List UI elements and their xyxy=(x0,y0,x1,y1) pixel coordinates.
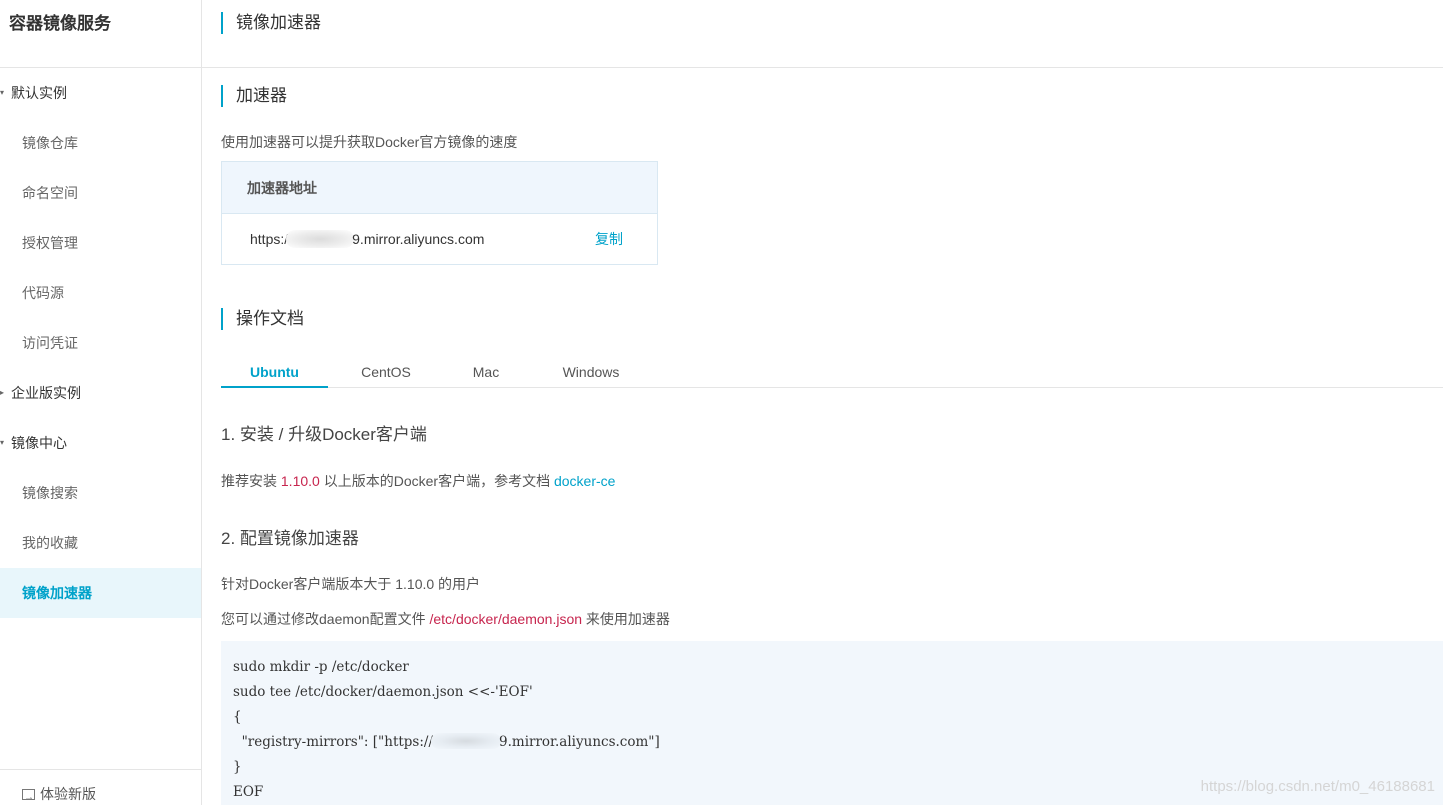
nav-group-label: 默认实例 xyxy=(11,85,67,101)
sidebar-item-code-source[interactable]: 代码源 xyxy=(0,268,201,318)
step2-heading: 2. 配置镜像加速器 xyxy=(221,529,359,548)
watermark: https://blog.csdn.net/m0_46188681 xyxy=(1200,778,1435,795)
code-line: sudo mkdir -p /etc/docker xyxy=(233,659,409,675)
tab-mac[interactable]: Mac xyxy=(461,358,511,388)
try-new-version-label: 体验新版 xyxy=(40,786,96,802)
caret-right-icon: ▸ xyxy=(0,388,5,397)
sidebar-item-image-search[interactable]: 镜像搜索 xyxy=(0,468,201,518)
accelerator-description: 使用加速器可以提升获取Docker官方镜像的速度 xyxy=(221,134,518,150)
step2-line1: 针对Docker客户端版本大于 1.10.0 的用户 xyxy=(221,576,481,592)
tab-ubuntu[interactable]: Ubuntu xyxy=(221,358,328,388)
page-header: 镜像加速器 xyxy=(202,0,1443,68)
nav-group-enterprise[interactable]: ▸ 企业版实例 xyxy=(0,368,201,418)
step1-text-after: 以上版本的Docker客户端，参考文档 xyxy=(323,473,551,489)
step2-line2-before: 您可以通过修改daemon配置文件 xyxy=(221,611,426,627)
code-line-suffix: 9.mirror.aliyuncs.com"] xyxy=(499,734,660,750)
nav-group-label: 企业版实例 xyxy=(11,385,81,401)
sidebar-item-accelerator[interactable]: 镜像加速器 xyxy=(0,568,201,618)
sidebar-item-favorites[interactable]: 我的收藏 xyxy=(0,518,201,568)
accelerator-section-title: 加速器 xyxy=(221,85,287,107)
docker-ce-link[interactable]: docker-ce xyxy=(554,473,615,489)
step2-line2-after: 来使用加速器 xyxy=(585,611,670,627)
sidebar-item-namespace[interactable]: 命名空间 xyxy=(0,168,201,218)
sidebar-item-auth[interactable]: 授权管理 xyxy=(0,218,201,268)
sidebar-item-image-repo[interactable]: 镜像仓库 xyxy=(0,118,201,168)
code-line: } xyxy=(233,759,242,775)
nav-group-default-instance[interactable]: ▾ 默认实例 xyxy=(0,68,201,118)
caret-down-icon: ▾ xyxy=(0,438,5,447)
tab-windows[interactable]: Windows xyxy=(551,358,631,388)
accelerator-address-box: 加速器地址 https:/ 9.mirror.aliyuncs.com 复制 xyxy=(221,161,658,265)
os-tabs: Ubuntu CentOS Mac Windows xyxy=(221,358,1443,388)
tab-centos[interactable]: CentOS xyxy=(350,358,422,388)
daemon-json-path: /etc/docker/daemon.json xyxy=(429,611,583,627)
step1-heading: 1. 安装 / 升级Docker客户端 xyxy=(221,425,427,444)
external-switch-icon xyxy=(22,774,35,805)
redacted-blur xyxy=(431,733,502,749)
code-line: { xyxy=(233,709,242,725)
sidebar-nav: ▾ 默认实例 镜像仓库 命名空间 授权管理 代码源 访问凭证 ▸ 企业版实例 ▾… xyxy=(0,68,201,618)
copy-button[interactable]: 复制 xyxy=(595,214,623,264)
step1-version: 1.10.0 xyxy=(280,473,320,489)
sidebar-title: 容器镜像服务 xyxy=(0,0,201,68)
caret-down-icon: ▾ xyxy=(0,88,5,97)
page-title: 镜像加速器 xyxy=(221,12,321,34)
code-line: sudo tee /etc/docker/daemon.json <<-'EOF… xyxy=(233,684,533,700)
redacted-blur xyxy=(286,230,355,248)
main-content: 镜像加速器 加速器 使用加速器可以提升获取Docker官方镜像的速度 加速器地址… xyxy=(202,0,1443,805)
nav-group-label: 镜像中心 xyxy=(11,435,67,451)
code-line-prefix: "registry-mirrors": ["https:// xyxy=(233,734,434,750)
try-new-version-link[interactable]: 体验新版 xyxy=(0,769,201,805)
sidebar-item-credentials[interactable]: 访问凭证 xyxy=(0,318,201,368)
accelerator-address-header: 加速器地址 xyxy=(222,162,657,214)
code-line: "registry-mirrors": ["https:// 9.mirror.a… xyxy=(233,730,1431,755)
accelerator-address-row: https:/ 9.mirror.aliyuncs.com 复制 xyxy=(222,214,657,264)
step2-line2: 您可以通过修改daemon配置文件 /etc/docker/daemon.jso… xyxy=(221,609,670,629)
step1-text-before: 推荐安装 xyxy=(221,473,277,489)
sidebar: 容器镜像服务 ▾ 默认实例 镜像仓库 命名空间 授权管理 代码源 访问凭证 ▸ … xyxy=(0,0,202,805)
nav-group-image-center[interactable]: ▾ 镜像中心 xyxy=(0,418,201,468)
accelerator-address-prefix: https:/ xyxy=(250,231,289,247)
step1-text: 推荐安装 1.10.0 以上版本的Docker客户端，参考文档 docker-c… xyxy=(221,471,615,491)
docs-section-title: 操作文档 xyxy=(221,308,304,330)
accelerator-address-suffix: 9.mirror.aliyuncs.com xyxy=(352,231,485,247)
